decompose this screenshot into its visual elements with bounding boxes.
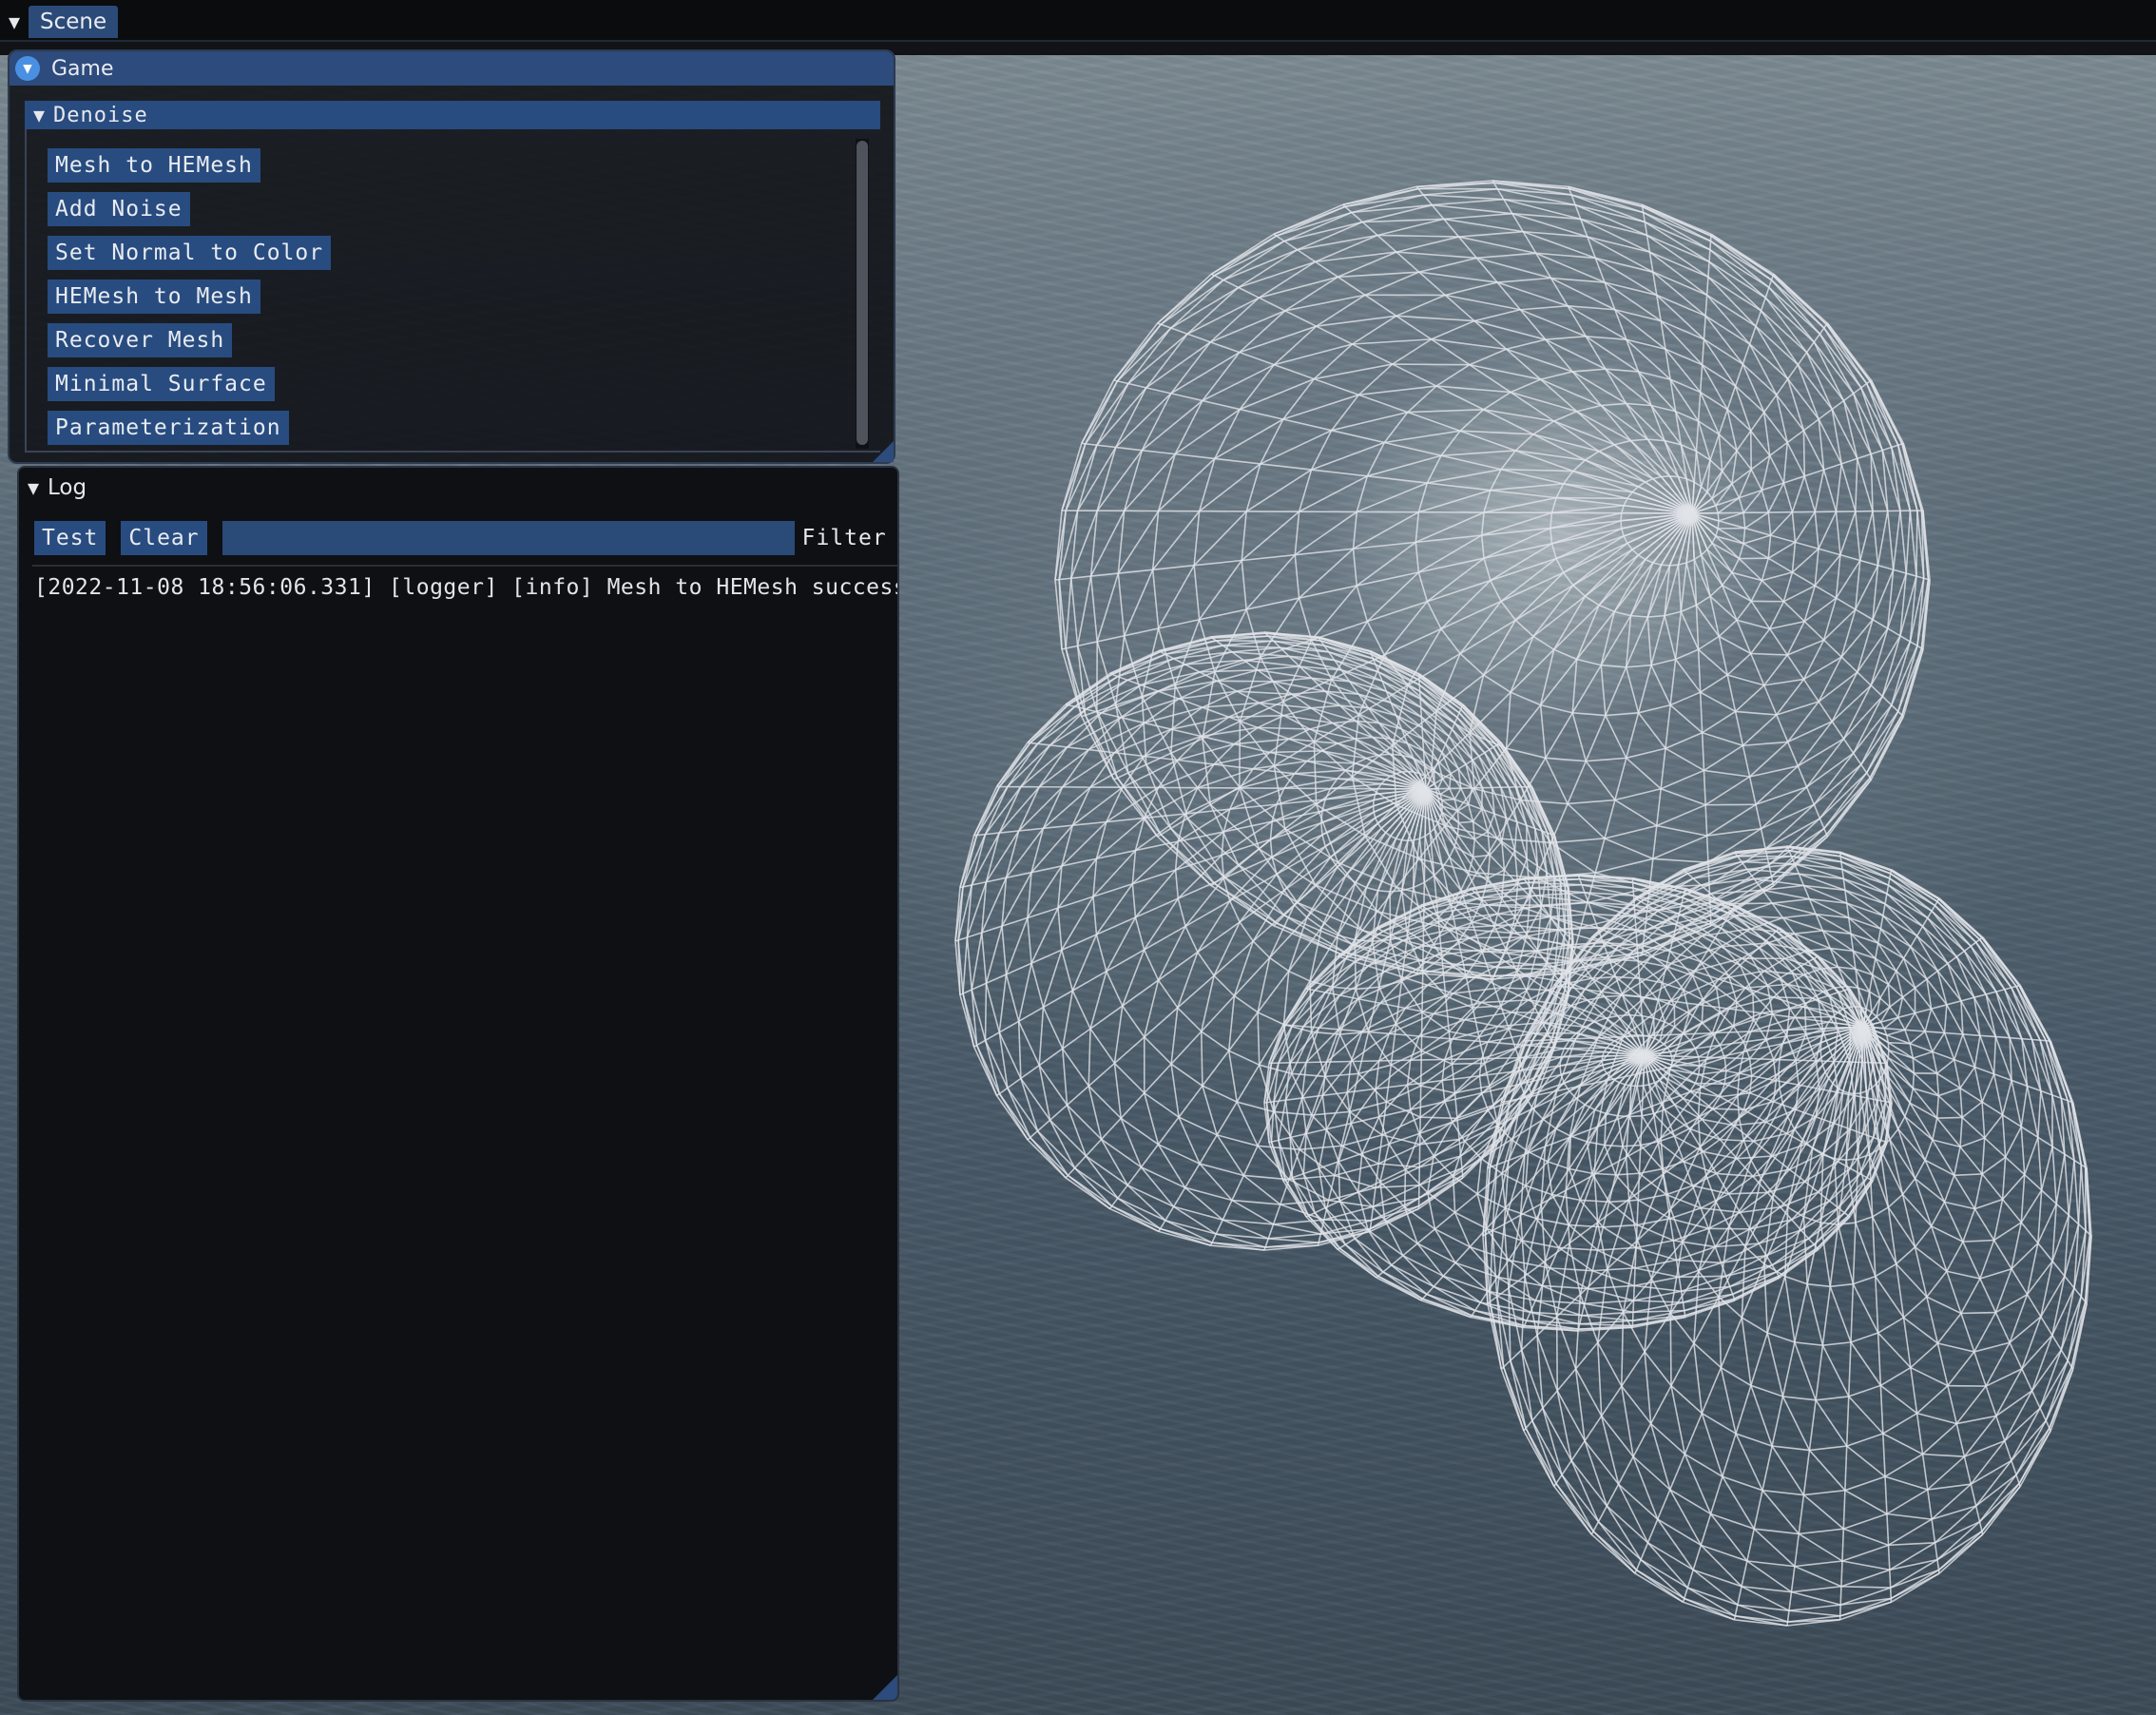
log-line: [2022-11-08 18:56:06.331] [logger] [info…: [34, 575, 899, 600]
triangle-down-icon[interactable]: ▼: [19, 476, 48, 499]
collapse-icon[interactable]: ▼: [15, 56, 40, 81]
test-button[interactable]: Test: [34, 521, 106, 555]
clear-button[interactable]: Clear: [121, 521, 207, 555]
resize-grip[interactable]: [873, 1675, 897, 1700]
recover-mesh-button[interactable]: Recover Mesh: [48, 323, 233, 357]
log-header-label: Log: [48, 475, 87, 500]
resize-grip[interactable]: [873, 441, 894, 462]
denoise-header-label: Denoise: [53, 103, 148, 127]
log-header[interactable]: ▼ Log: [19, 468, 897, 508]
game-window-title: Game: [51, 56, 114, 81]
log-toolbar: Test Clear Filter: [34, 521, 887, 555]
mesh-to-hemesh-button[interactable]: Mesh to HEMesh: [48, 148, 260, 183]
denoise-scrollbar[interactable]: [856, 139, 869, 449]
triangle-down-icon[interactable]: ▼: [0, 4, 29, 40]
denoise-button-list: Mesh to HEMesh Add Noise Set Normal to C…: [48, 148, 332, 445]
minimal-surface-button[interactable]: Minimal Surface: [48, 367, 275, 401]
scrollbar-thumb[interactable]: [857, 141, 868, 445]
set-normal-to-color-button[interactable]: Set Normal to Color: [48, 236, 332, 270]
top-bar: ▼ Scene: [0, 0, 2156, 42]
denoise-panel: Mesh to HEMesh Add Noise Set Normal to C…: [25, 129, 880, 453]
game-window: ▼ Game ▼ Denoise Mesh to HEMesh Add Nois…: [8, 49, 895, 464]
filter-label: Filter: [801, 526, 887, 550]
denoise-header[interactable]: ▼ Denoise: [25, 101, 880, 129]
scene-tab[interactable]: ▼ Scene: [0, 4, 119, 40]
scene-tab-label[interactable]: Scene: [29, 6, 119, 38]
app-root: ▼ Scene ▼ Game ▼ Denoise Mesh to HEMesh …: [0, 0, 2156, 1715]
game-window-title-bar[interactable]: ▼ Game: [10, 51, 894, 86]
triangle-down-icon: ▼: [32, 104, 46, 126]
parameterization-button[interactable]: Parameterization: [48, 411, 289, 445]
filter-input[interactable]: [221, 521, 795, 555]
log-separator: [32, 565, 897, 567]
add-noise-button[interactable]: Add Noise: [48, 192, 190, 226]
hemesh-to-mesh-button[interactable]: HEMesh to Mesh: [48, 279, 260, 314]
log-window: ▼ Log Test Clear Filter [2022-11-08 18:5…: [17, 466, 899, 1702]
